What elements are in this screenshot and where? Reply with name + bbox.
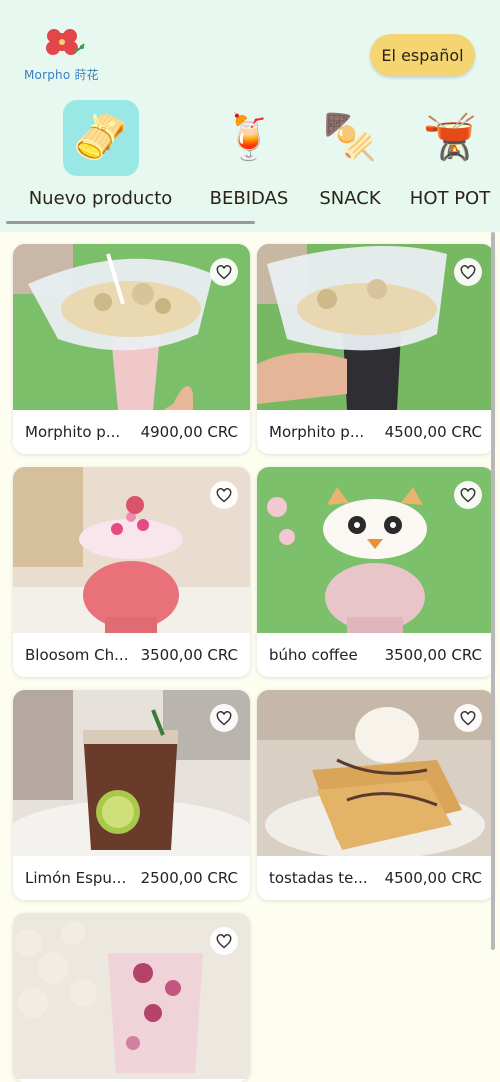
favorite-button[interactable] [210, 481, 238, 509]
product-card[interactable] [13, 913, 250, 1082]
favorite-button[interactable] [210, 258, 238, 286]
tab-snack[interactable]: 🍢 SNACK [312, 100, 388, 210]
oden-skewer-icon: 🍢 [322, 112, 378, 163]
product-price: 4900,00 CRC [140, 423, 238, 441]
product-info: Morphito p... 4500,00 CRC [257, 410, 494, 454]
favorite-button[interactable] [210, 927, 238, 955]
scrollbar[interactable] [491, 232, 495, 950]
language-button[interactable]: El español [370, 34, 475, 76]
product-grid: Morphito p... 4900,00 CRC Morphito p... … [0, 232, 500, 1082]
product-card[interactable]: tostadas te... 4500,00 CRC [257, 690, 494, 900]
heart-icon [216, 487, 232, 502]
product-card[interactable]: Morphito p... 4900,00 CRC [13, 244, 250, 454]
tab-hot-pot[interactable]: 🫕 HOT POT [410, 100, 490, 210]
tab-label: SNACK [319, 188, 381, 209]
product-info: Morphito p... 4900,00 CRC [13, 410, 250, 454]
product-info: Limón Espu... 2500,00 CRC [13, 856, 250, 900]
favorite-button[interactable] [454, 481, 482, 509]
heart-icon [216, 264, 232, 279]
app-header: Morpho 莳花 El español 🫔 Nuevo producto 🍹 … [0, 0, 500, 232]
product-info: búho coffee 3500,00 CRC [257, 633, 494, 677]
favorite-button[interactable] [210, 704, 238, 732]
tab-nuevo-producto[interactable]: 🫔 Nuevo producto [29, 100, 172, 209]
heart-icon [460, 710, 476, 725]
product-card[interactable]: búho coffee 3500,00 CRC [257, 467, 494, 677]
product-price: 4500,00 CRC [384, 869, 482, 887]
product-price: 3500,00 CRC [384, 646, 482, 664]
active-tab-indicator [6, 221, 255, 224]
tab-label: BEBIDAS [209, 188, 289, 209]
product-name: Morphito p... [269, 423, 365, 441]
favorite-button[interactable] [454, 704, 482, 732]
product-name: Bloosom Ch... [25, 646, 129, 664]
product-name: búho coffee [269, 646, 358, 664]
product-info: Bloosom Ch... 3500,00 CRC [13, 633, 250, 677]
tab-label: HOT POT [409, 188, 491, 209]
product-card[interactable]: Limón Espu... 2500,00 CRC [13, 690, 250, 900]
tamale-icon: 🫔 [62, 100, 139, 176]
logo-text: Morpho 莳花 [24, 68, 99, 82]
fondue-icon: 🫕 [422, 112, 478, 163]
heart-icon [460, 264, 476, 279]
flower-logo-icon [46, 29, 85, 55]
heart-icon [216, 710, 232, 725]
heart-icon [216, 933, 232, 948]
product-card[interactable]: Bloosom Ch... 3500,00 CRC [13, 467, 250, 677]
tab-label: Nuevo producto [28, 188, 173, 209]
heart-icon [460, 487, 476, 502]
morpho-logo: Morpho 莳花 [24, 22, 114, 86]
product-price: 3500,00 CRC [140, 646, 238, 664]
favorite-button[interactable] [454, 258, 482, 286]
product-name: Morphito p... [25, 423, 121, 441]
product-price: 2500,00 CRC [140, 869, 238, 887]
product-name: tostadas te... [269, 869, 368, 887]
tab-bebidas[interactable]: 🍹 BEBIDAS [210, 100, 289, 210]
product-name: Limón Espu... [25, 869, 127, 887]
tropical-drink-icon: 🍹 [221, 112, 277, 163]
product-price: 4500,00 CRC [384, 423, 482, 441]
product-card[interactable]: Morphito p... 4500,00 CRC [257, 244, 494, 454]
product-info: tostadas te... 4500,00 CRC [257, 856, 494, 900]
